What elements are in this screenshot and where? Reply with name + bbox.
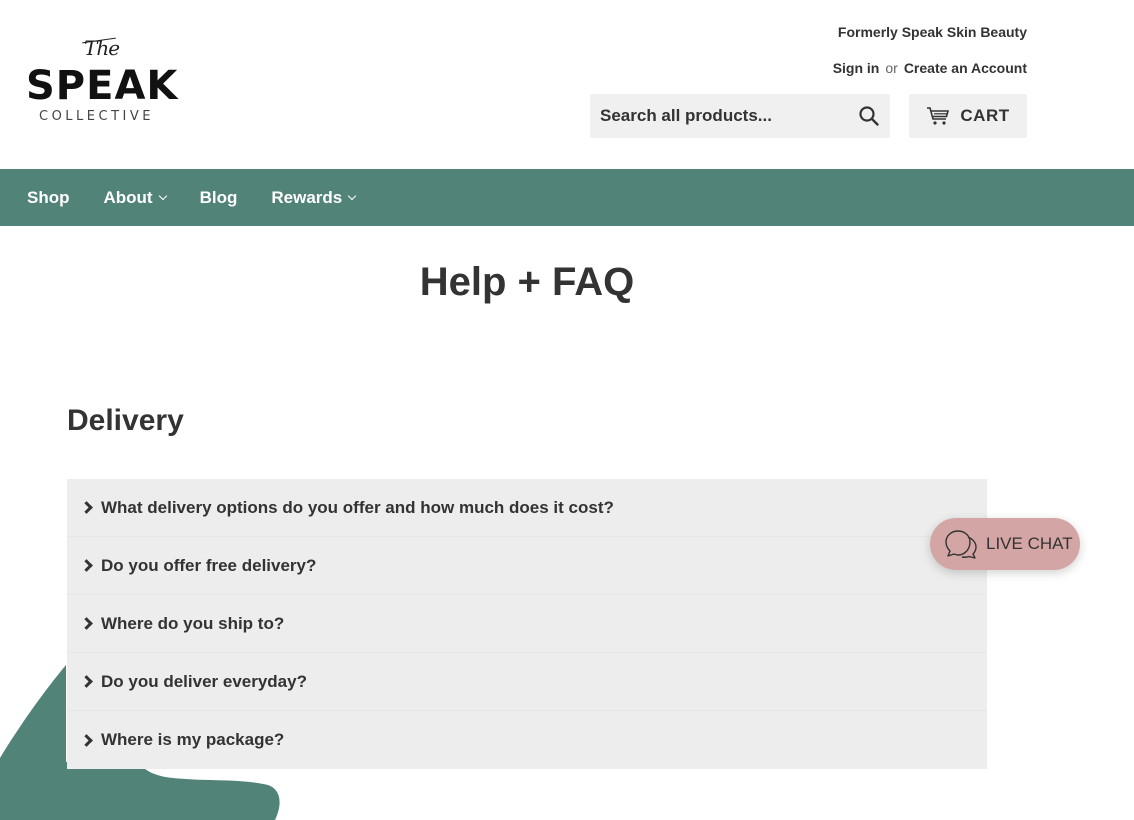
chevron-right-icon <box>80 675 93 688</box>
chevron-right-icon <box>80 617 93 630</box>
faq-question: Where do you ship to? <box>101 613 285 633</box>
cart-icon <box>927 107 950 125</box>
faq-question: Where is my package? <box>101 730 285 749</box>
nav-item-rewards[interactable]: Rewards <box>271 187 357 208</box>
faq-question: Do you offer free delivery? <box>101 555 317 575</box>
faq-question: Do you deliver everyday? <box>101 671 307 691</box>
logo[interactable]: The SPEAK COLLECTIVE <box>26 36 178 128</box>
live-chat-button[interactable]: LIVE CHAT <box>930 518 1080 570</box>
faq-accordion: What delivery options do you offer and h… <box>67 479 987 769</box>
or-text: or <box>885 60 898 76</box>
page-title: Help + FAQ <box>419 260 635 304</box>
nav-item-label: About <box>103 187 153 207</box>
create-account-link[interactable]: Create an Account <box>904 60 1027 76</box>
faq-question: What delivery options do you offer and h… <box>101 497 614 517</box>
nav-item-shop[interactable]: Shop <box>27 188 70 208</box>
nav-item-label: Blog <box>199 187 238 207</box>
chat-bubbles-icon <box>945 530 977 559</box>
cart-label: CART <box>960 106 1010 125</box>
faq-item[interactable]: Where is my package? <box>67 711 987 769</box>
search-input[interactable] <box>590 94 845 138</box>
main-nav: Shop About Blog Rewards <box>0 169 1134 226</box>
logo-the: The <box>84 36 120 60</box>
faq-item[interactable]: Do you offer free delivery? <box>67 537 987 595</box>
chevron-right-icon <box>80 559 93 572</box>
search-box <box>590 94 890 138</box>
chevron-right-icon <box>80 501 93 514</box>
nav-item-label: Rewards <box>271 187 343 207</box>
nav-item-blog[interactable]: Blog <box>200 188 238 208</box>
nav-item-about[interactable]: About <box>103 187 167 208</box>
account-links: Sign in or Create an Account <box>833 60 1027 76</box>
site-header: The SPEAK COLLECTIVE Formerly Speak Skin… <box>0 0 1134 169</box>
nav-item-label: Shop <box>27 187 70 207</box>
chevron-down-icon <box>348 191 357 200</box>
logo-speak: SPEAK <box>26 63 179 109</box>
sign-in-link[interactable]: Sign in <box>833 60 880 76</box>
section-title-delivery: Delivery <box>67 404 184 437</box>
tagline: Formerly Speak Skin Beauty <box>837 24 1027 40</box>
live-chat-label: LIVE CHAT <box>986 534 1073 553</box>
faq-item[interactable]: Where do you ship to? <box>67 595 987 653</box>
logo-collective: COLLECTIVE <box>39 109 154 124</box>
cart-button[interactable]: CART <box>909 94 1027 138</box>
faq-item[interactable]: What delivery options do you offer and h… <box>67 479 987 537</box>
search-button[interactable] <box>858 105 880 127</box>
faq-item[interactable]: Do you deliver everyday? <box>67 653 987 711</box>
chevron-down-icon <box>158 191 167 200</box>
chevron-right-icon <box>80 733 93 747</box>
search-icon <box>859 106 879 126</box>
